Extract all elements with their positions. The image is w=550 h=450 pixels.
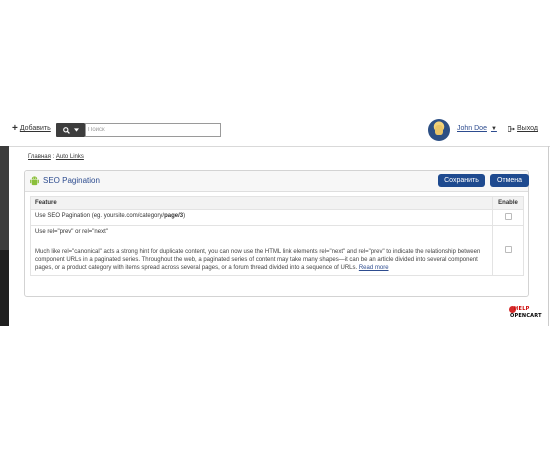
feature-cell: Use rel="prev" or rel="next" Much like r… bbox=[30, 225, 493, 276]
logout-button[interactable]: Выход bbox=[508, 125, 538, 132]
feature-label: Use rel="prev" or rel="next" bbox=[35, 229, 108, 235]
panel-header: SEO Pagination Сохранить Отмена bbox=[25, 171, 529, 192]
feature-description: Much like rel="canonical" acts a strong … bbox=[35, 248, 488, 272]
feature-cell: Use SEO Pagination (eg. yoursite.com/cat… bbox=[30, 209, 493, 226]
user-menu[interactable]: John Doe ▼ bbox=[457, 125, 497, 132]
table-row: Use rel="prev" or rel="next" Much like r… bbox=[30, 225, 524, 276]
search-icon bbox=[62, 126, 70, 134]
sidebar-strip bbox=[0, 146, 9, 326]
help-opencart-logo: HELP OPENCART bbox=[509, 306, 542, 319]
add-button-label: Добавить bbox=[19, 125, 51, 132]
logout-icon bbox=[508, 125, 515, 132]
android-icon bbox=[30, 176, 39, 186]
caret-down-icon bbox=[73, 128, 79, 132]
enable-cell bbox=[492, 209, 524, 226]
read-more-link[interactable]: Read more bbox=[359, 265, 389, 271]
feature-column-header: Feature bbox=[30, 196, 493, 210]
features-table: Feature Enable Use SEO Pagination (eg. y… bbox=[30, 196, 524, 276]
enable-checkbox[interactable] bbox=[504, 213, 512, 220]
cancel-button[interactable]: Отмена bbox=[490, 174, 529, 187]
save-button[interactable]: Сохранить bbox=[438, 174, 485, 187]
enable-cell bbox=[492, 225, 524, 276]
logout-label: Выход bbox=[517, 125, 538, 132]
feature-label-suffix: ) bbox=[183, 213, 186, 219]
table-header-row: Feature Enable bbox=[30, 196, 524, 210]
panel-title: SEO Pagination bbox=[43, 176, 100, 185]
enable-checkbox[interactable] bbox=[504, 246, 512, 253]
avatar[interactable] bbox=[428, 119, 450, 141]
plus-icon: + bbox=[12, 123, 18, 134]
breadcrumb-home-link[interactable]: Главная bbox=[28, 154, 51, 160]
user-name: John Doe bbox=[457, 125, 487, 132]
search-input[interactable] bbox=[85, 123, 221, 137]
description-text: Much like rel="canonical" acts a strong … bbox=[35, 249, 481, 271]
search-options-button[interactable] bbox=[56, 123, 85, 137]
seo-pagination-panel: SEO Pagination Сохранить Отмена Feature … bbox=[24, 170, 529, 297]
feature-label-prefix: Use SEO Pagination (eg. yoursite.com/cat… bbox=[35, 213, 165, 219]
feature-label-bold: page/3 bbox=[164, 213, 184, 219]
enable-column-header: Enable bbox=[492, 196, 524, 210]
breadcrumb-current-link[interactable]: Auto Links bbox=[56, 154, 84, 160]
top-navbar: + Добавить John Doe ▼ Выход bbox=[0, 113, 550, 147]
breadcrumb: Главная : Auto Links bbox=[28, 154, 84, 160]
add-button[interactable]: + Добавить bbox=[12, 123, 51, 134]
content-border bbox=[548, 146, 549, 326]
caret-down-icon: ▼ bbox=[490, 125, 497, 132]
table-row: Use SEO Pagination (eg. yoursite.com/cat… bbox=[30, 209, 524, 226]
